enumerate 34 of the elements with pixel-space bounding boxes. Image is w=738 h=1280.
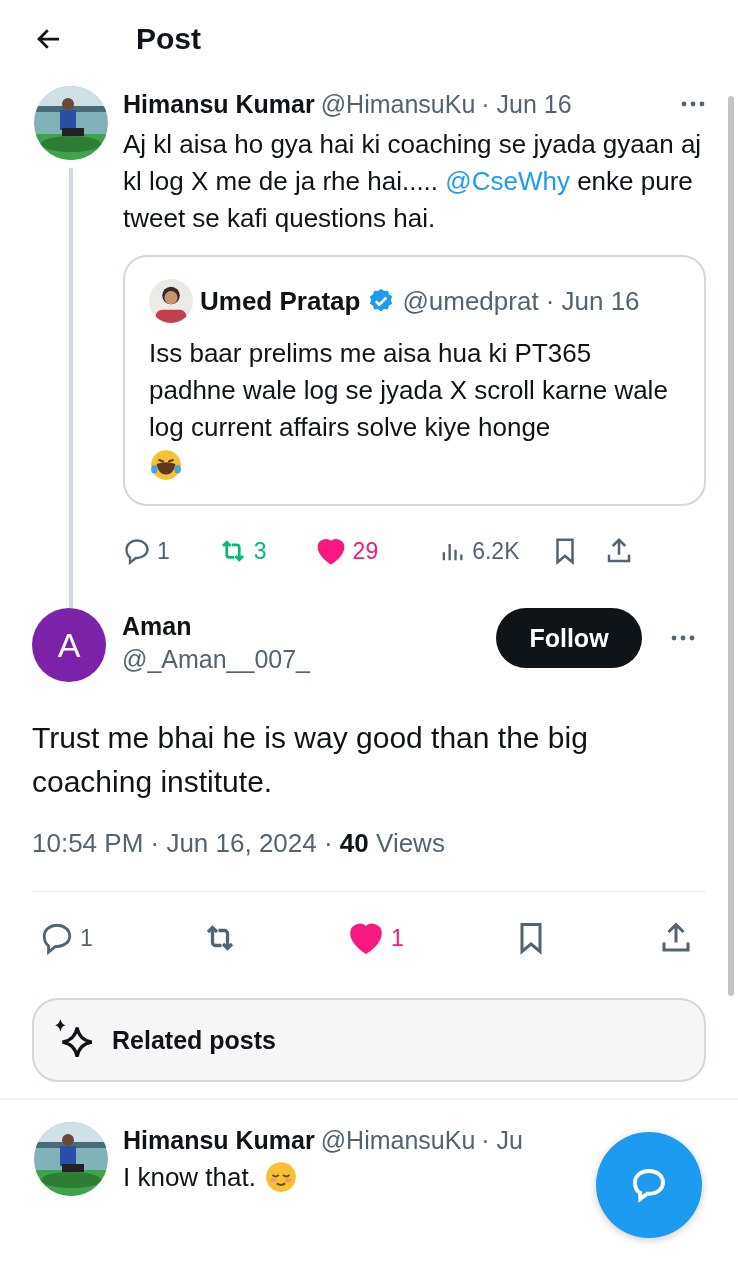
- author-handle: @HimansuKu: [320, 1125, 476, 1155]
- reply-icon: [123, 537, 151, 565]
- related-posts-button[interactable]: Related posts: [32, 998, 706, 1082]
- post-text: Trust me bhai he is way good than the big coaching institute.: [32, 720, 589, 800]
- author-handle: @umedprat: [402, 285, 539, 317]
- post-timestamp: 10:54 PM · Jun 16, 2024 · 40 Views: [32, 828, 706, 892]
- reply-icon: [40, 921, 74, 955]
- reply-button[interactable]: 1: [123, 537, 170, 565]
- post-time: · Jun 16: [481, 89, 572, 119]
- avatar[interactable]: A: [32, 608, 106, 682]
- views-button[interactable]: 6.2K: [438, 537, 520, 565]
- follow-button[interactable]: Follow: [496, 608, 642, 668]
- more-icon[interactable]: [680, 100, 706, 108]
- like-button[interactable]: 1: [347, 919, 404, 957]
- reply-button[interactable]: 1: [40, 921, 93, 955]
- author-name: Himansu Kumar: [123, 89, 315, 119]
- relieved-emoji-icon: [263, 1160, 298, 1194]
- post-time: · Jun 16: [545, 285, 640, 317]
- author-name: Himansu Kumar: [123, 1125, 315, 1155]
- author-handle: @_Aman__007_: [122, 645, 312, 674]
- like-button[interactable]: 29: [314, 535, 379, 567]
- quoted-post-text: Iss baar prelims me aisa hua ki PT365 padhne wale log se jyada X scroll karne wale log current affairs solve kiye honge: [149, 337, 669, 444]
- author-handle: @HimansuKu: [320, 89, 476, 119]
- author-name: Umed Pratap: [200, 285, 361, 317]
- page-title: Post: [136, 22, 201, 56]
- quoted-post-card[interactable]: Umed Pratap @umedprat · Jun 16 Iss baar prelims me aisa hua ki PT365 padhne wale log se jyada X scroll karne wale log current affairs solve kiye honge: [123, 255, 706, 506]
- compose-reply-button[interactable]: [596, 1132, 702, 1238]
- laughing-emoji-icon: [149, 448, 183, 482]
- reply-text: I know that.: [123, 1161, 256, 1193]
- scrollbar[interactable]: [728, 96, 734, 996]
- post-time: · Ju: [481, 1125, 523, 1155]
- more-icon[interactable]: [670, 634, 696, 642]
- author-name: Aman: [122, 612, 193, 641]
- post-text: Aj kl aisa ho gya hai ki coaching se jyada gyaan aj kl log X me de ja rhe hai..... @CseWhy enke pure tweet se kafi questions hai.: [123, 128, 703, 235]
